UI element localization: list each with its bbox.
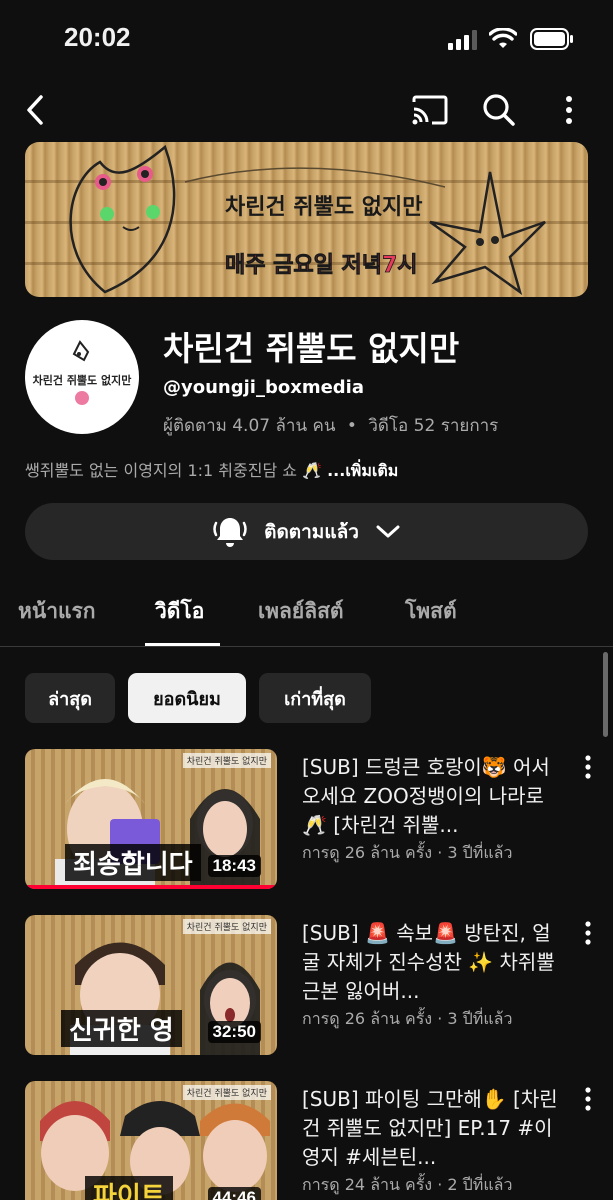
video-item[interactable]: 차린건 쥐뿔도 없지만 죄송합니다 18:43 [SUB] 드렁큰 호랑이🐯 어… [0,749,613,894]
video-more-icon[interactable] [578,753,598,783]
video-more-icon[interactable] [578,919,598,949]
thumbnail-caption: 죄송합니다 [65,844,201,881]
channel-name: 차린건 쥐뿔도 없지만 [163,329,460,368]
bell-icon [213,517,247,547]
banner-schedule-text: 매주 금요일 저녁7시 [225,253,418,278]
more-vert-icon [566,96,572,124]
thumbnail-caption: 신귀한 영 [61,1010,182,1047]
video-title[interactable]: [SUB] 파이팅 그만해✋ [차린건 쥐뿔도 없지만] EP.17 #이영지 … [302,1085,564,1172]
video-count: วิดีโอ 52 รายการ [368,416,499,436]
meta-separator: • [346,416,357,436]
banner-title-text: 차린건 쥐뿔도 없지만 [225,195,422,220]
chip-oldest[interactable]: เก่าที่สุด [259,673,371,723]
video-meta: การดู 26 ล้าน ครั้ง · 3 ปีที่แล้ว [302,1009,513,1028]
thumbnail-caption: 파이트 [85,1176,173,1200]
video-duration: 44:46 [207,1187,261,1200]
subscribe-label: ติดตามแล้ว [264,520,359,543]
status-bar: 20:02 [0,0,613,78]
video-item[interactable]: 차린건 쥐뿔도 없지만 신귀한 영 32:50 [SUB] 🚨 속보🚨 방탄진,… [0,915,613,1060]
description-text: 쌩쥐뿔도 없는 이영지의 1:1 취중진담 쇼 🥂 [25,461,322,480]
thumbnail-tag: 차린건 쥐뿔도 없지만 [182,919,271,934]
battery-icon [530,28,573,50]
video-thumbnail[interactable]: 차린건 쥐뿔도 없지만 죄송합니다 18:43 [25,749,277,889]
watch-progress-bar [25,885,277,889]
more-options-button[interactable] [547,88,591,132]
video-thumbnail[interactable]: 차린건 쥐뿔도 없지만 파이트 44:46 [25,1081,277,1200]
video-more-icon[interactable] [578,1085,598,1115]
video-title[interactable]: [SUB] 드렁큰 호랑이🐯 어서오세요 ZOO정뱅이의 나라로🥂 [차린건 쥐… [302,753,564,840]
tab-videos[interactable]: วิดีโอ [155,595,204,628]
channel-tabs: หน้าแรก วิดีโอ เพลย์ลิสต์ โพสต์ [0,585,613,647]
channel-banner: 차린건 쥐뿔도 없지만 매주 금요일 저녁7시 [25,142,588,297]
video-meta: การดู 24 ล้าน ครั้ง · 2 ปีที่แล้ว [302,1175,513,1194]
subscribed-button[interactable]: ติดตามแล้ว [25,503,588,560]
cellular-signal-icon [448,30,477,50]
subscriber-count: ผู้ติดตาม 4.07 ล้าน คน [163,416,336,436]
more-link[interactable]: ...เพิ่มเติม [327,461,398,480]
video-item[interactable]: 차린건 쥐뿔도 없지만 파이트 44:46 [SUB] 파이팅 그만해✋ [차린… [0,1081,613,1200]
banner-illustration: 차린건 쥐뿔도 없지만 매주 금요일 저녁7시 [69,144,546,296]
svg-text:차린건 쥐뿔도 없지만: 차린건 쥐뿔도 없지만 [33,373,132,387]
channel-description[interactable]: 쌩쥐뿔도 없는 이영지의 1:1 취중진담 쇼 🥂 ...เพิ่มเติม [25,457,398,484]
video-title[interactable]: [SUB] 🚨 속보🚨 방탄진, 얼굴 자체가 진수성찬 ✨ 차쥐뿔 근본 잃어… [302,919,564,1006]
tab-playlists[interactable]: เพลย์ลิสต์ [258,595,344,628]
avatar-logo: 차린건 쥐뿔도 없지만 [33,340,132,405]
back-button[interactable] [14,88,58,132]
status-time: 20:02 [64,22,131,52]
active-tab-indicator [145,643,220,646]
search-button[interactable] [477,88,521,132]
chip-latest[interactable]: ล่าสุด [25,673,115,723]
cast-icon [412,95,448,125]
chevron-down-icon [376,525,400,537]
video-thumbnail[interactable]: 차린건 쥐뿔도 없지만 신귀한 영 32:50 [25,915,277,1055]
channel-avatar[interactable]: 차린건 쥐뿔도 없지만 [25,320,139,434]
thumbnail-tag: 차린건 쥐뿔도 없지만 [182,1085,271,1100]
video-duration: 18:43 [207,855,261,877]
wifi-icon [489,28,517,48]
tab-home[interactable]: หน้าแรก [18,595,96,628]
back-icon [27,95,43,125]
channel-handle: @youngji_boxmedia [163,377,364,398]
cast-button[interactable] [408,88,452,132]
tab-posts[interactable]: โพสต์ [405,595,457,628]
channel-meta: ผู้ติดตาม 4.07 ล้าน คน • วิดีโอ 52 รายกา… [163,412,498,439]
scrollbar[interactable] [603,652,608,737]
chip-popular[interactable]: ยอดนิยม [128,673,246,723]
top-nav [0,78,613,142]
thumbnail-tag: 차린건 쥐뿔도 없지만 [182,753,271,768]
video-duration: 32:50 [207,1021,261,1043]
video-meta: การดู 26 ล้าน ครั้ง · 3 ปีที่แล้ว [302,843,513,862]
search-icon [483,94,515,126]
